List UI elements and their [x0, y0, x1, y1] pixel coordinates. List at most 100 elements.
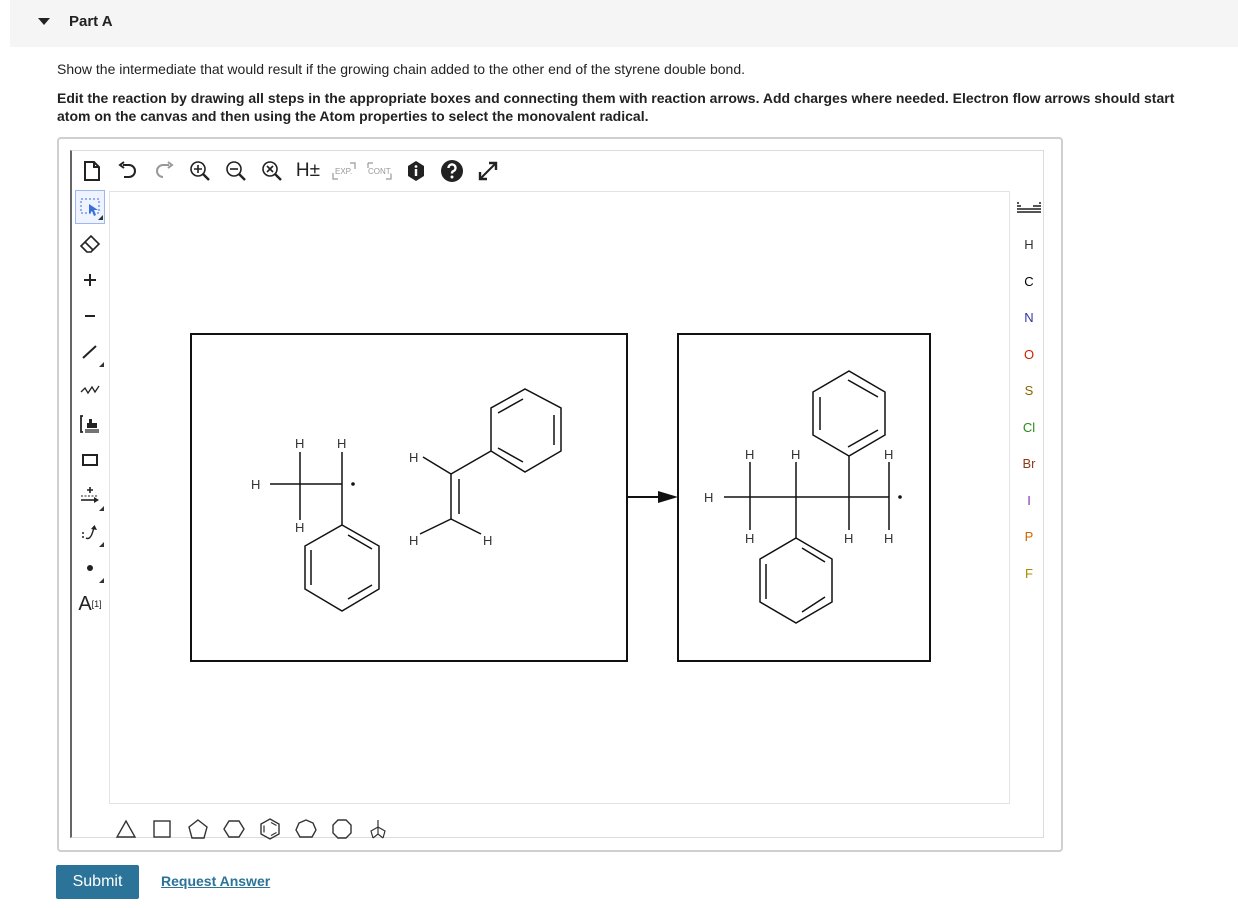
element-button-br[interactable]: Br — [1012, 446, 1046, 483]
zoom-reset-button[interactable] — [258, 157, 286, 185]
element-symbol: C — [1024, 273, 1034, 289]
new-document-icon — [84, 161, 100, 181]
element-button-cl[interactable]: Cl — [1012, 409, 1046, 446]
heptagon-ring-icon — [295, 819, 317, 838]
h-atom: H — [295, 436, 304, 451]
cycloheptane-button[interactable] — [292, 815, 320, 843]
element-toolbar: H C N O S Cl Br I P F — [1012, 190, 1046, 592]
octagon-ring-icon — [332, 819, 352, 839]
zoom-out-button[interactable] — [222, 157, 250, 185]
element-button-i[interactable]: I — [1012, 482, 1046, 519]
atom-mapping-label: A — [78, 592, 92, 615]
eraser-icon — [79, 234, 101, 253]
element-button-s[interactable]: S — [1012, 373, 1046, 410]
reaction-drawing: H H H H H H H H H H H H H H — [190, 333, 931, 662]
help-button[interactable] — [438, 157, 466, 185]
template-icon — [80, 415, 99, 433]
eraser-tool-button[interactable] — [75, 226, 105, 262]
element-button-o[interactable]: O — [1012, 336, 1046, 373]
question-instructions: Edit the reaction by drawing all steps i… — [57, 89, 1174, 125]
element-button-n[interactable]: N — [1012, 300, 1046, 337]
left-toolbar: A [1] — [75, 190, 107, 622]
benzene-button[interactable] — [256, 815, 284, 843]
element-button-p[interactable]: P — [1012, 519, 1046, 556]
chain-tool-button[interactable] — [75, 370, 105, 406]
element-symbol: I — [1027, 492, 1031, 508]
electron-flow-corner-icon — [99, 542, 104, 547]
atom-mapping-tool-button[interactable]: A [1] — [75, 586, 105, 622]
electron-flow-tool-button[interactable] — [75, 514, 105, 550]
info-icon — [408, 161, 424, 181]
radical-tool-button[interactable] — [75, 550, 105, 586]
undo-button[interactable] — [114, 157, 142, 185]
radical-tool-corner-icon — [99, 578, 104, 583]
expand-icon: EXP. — [332, 162, 356, 180]
redo-button[interactable] — [150, 157, 178, 185]
electron-flow-icon — [82, 525, 97, 540]
element-symbol: N — [1024, 310, 1034, 326]
element-button-f[interactable]: F — [1012, 555, 1046, 592]
undo-icon — [118, 161, 136, 178]
reaction-arrow — [627, 491, 678, 503]
periodic-table-button[interactable] — [1012, 190, 1046, 227]
ring-toolbar — [112, 814, 400, 844]
request-answer-link[interactable]: Request Answer — [161, 873, 270, 889]
negative-charge-button[interactable] — [75, 298, 105, 334]
minus-icon — [85, 315, 95, 317]
question-prompt: Show the intermediate that would result … — [57, 61, 746, 77]
zoom-reset-icon — [262, 161, 282, 181]
select-tool-corner-icon — [98, 215, 103, 220]
redo-icon — [156, 161, 174, 178]
reaction-arrow-icon — [81, 487, 99, 503]
cyclopentane-button[interactable] — [184, 815, 212, 843]
info-button[interactable] — [402, 157, 430, 185]
cyclohexane-button[interactable] — [220, 815, 248, 843]
element-button-c[interactable]: C — [1012, 263, 1046, 300]
benzene-ring-icon — [260, 818, 280, 840]
element-button-h[interactable]: H — [1012, 227, 1046, 264]
cyclopropane-button[interactable] — [112, 815, 140, 843]
cyclooctane-button[interactable] — [328, 815, 356, 843]
benzyl-radical-fragment — [270, 452, 380, 612]
collapse-caret-icon[interactable] — [38, 18, 50, 25]
chair-conformation-button[interactable] — [364, 815, 392, 843]
radical-dot — [898, 495, 902, 499]
template-tool-button[interactable] — [75, 406, 105, 442]
cyclobutane-button[interactable] — [148, 815, 176, 843]
zoom-in-icon — [190, 161, 210, 181]
drawing-canvas[interactable]: H H H H H H H H H H H H H H — [109, 191, 1010, 804]
contract-icon: CONT. — [367, 162, 392, 180]
contract-button[interactable]: CONT. — [366, 157, 394, 185]
element-symbol: Cl — [1022, 419, 1036, 435]
element-symbol: O — [1023, 346, 1035, 362]
h-atom: H — [409, 450, 418, 465]
select-tool-button[interactable] — [75, 190, 105, 224]
reaction-arrow-tool-button[interactable] — [75, 478, 105, 514]
product-intermediate — [724, 370, 890, 624]
zoom-in-button[interactable] — [186, 157, 214, 185]
atom-mapping-superscript: [1] — [91, 599, 102, 609]
top-toolbar: H± EXP. CONT. — [78, 155, 510, 187]
hydrogen-toggle-button[interactable]: H± — [294, 157, 322, 185]
zoom-out-icon — [226, 161, 246, 181]
fullscreen-button[interactable] — [474, 157, 502, 185]
h-atom: H — [409, 533, 418, 548]
submit-button[interactable]: Submit — [56, 865, 139, 899]
arrow-tool-corner-icon — [99, 506, 104, 511]
h-atom: H — [844, 531, 853, 546]
element-symbol: S — [1024, 383, 1034, 399]
rectangle-tool-button[interactable] — [75, 442, 105, 478]
bond-tool-corner-icon — [99, 362, 104, 367]
single-bond-tool-button[interactable] — [75, 334, 105, 370]
part-header[interactable]: Part A — [10, 0, 1238, 47]
instructions-line-1: Edit the reaction by drawing all steps i… — [57, 90, 1175, 106]
contract-label: CONT. — [368, 167, 392, 176]
part-title: Part A — [69, 13, 113, 30]
benzyl-radical-hydrogens: H H H H — [251, 436, 346, 535]
help-icon — [441, 160, 463, 182]
instructions-line-2: atom on the canvas and then using the At… — [57, 108, 649, 124]
positive-charge-button[interactable] — [75, 262, 105, 298]
styrene-molecule — [419, 388, 562, 535]
expand-button[interactable]: EXP. — [330, 157, 358, 185]
new-document-button[interactable] — [78, 157, 106, 185]
